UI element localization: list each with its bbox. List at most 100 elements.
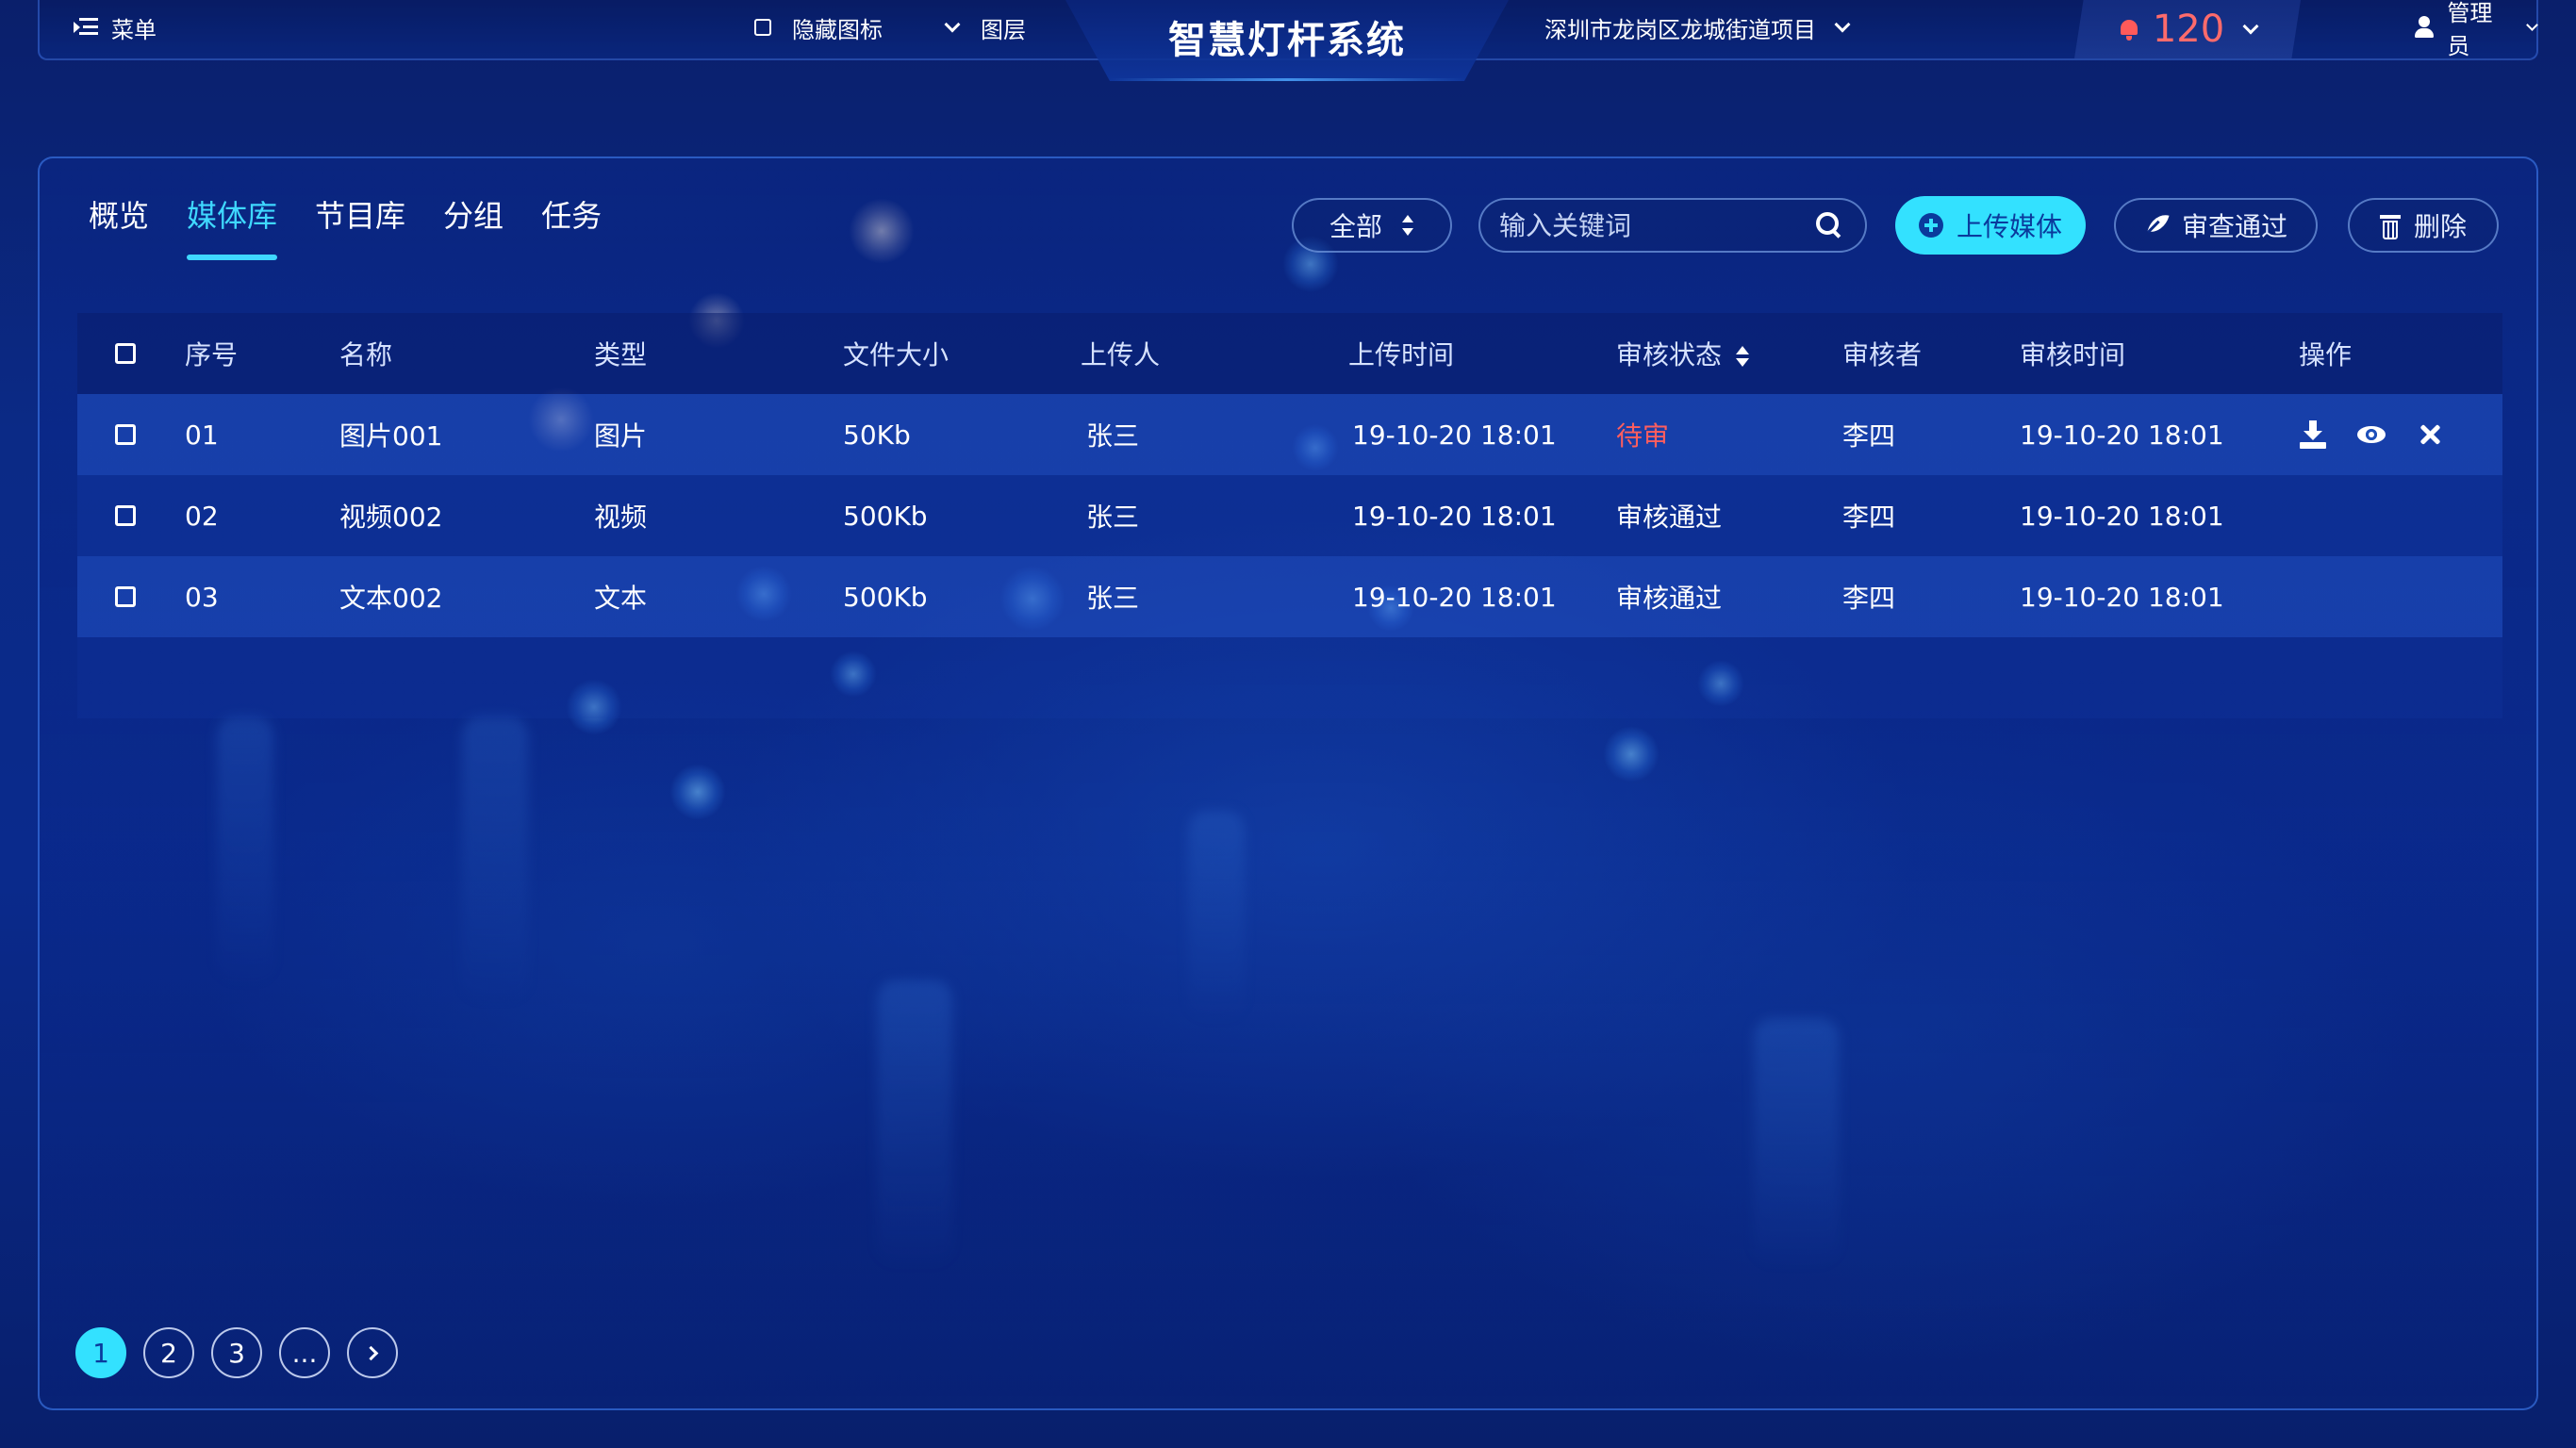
row-checkbox[interactable] [115,424,136,445]
tab-tasks[interactable]: 任务 [541,192,602,251]
cell-size: 50Kb [843,419,911,451]
table-row[interactable]: 02 视频002 视频 500Kb 张三 19-10-20 18:01 审核通过… [77,475,2502,556]
delete-label: 删除 [2413,211,2467,242]
project-selector[interactable]: 深圳市龙岗区龙城街道项目 [1544,0,1851,55]
delete-button[interactable]: 删除 [2348,198,2499,253]
filter-select[interactable]: 全部 [1292,198,1452,253]
tab-media-library[interactable]: 媒体库 [187,192,278,260]
header-status-label: 审核状态 [1616,339,1723,370]
header-type: 类型 [594,339,648,370]
chevron-down-icon [2526,18,2538,31]
cell-upload-time: 19-10-20 18:01 [1352,581,1557,613]
cell-reviewer: 李四 [1842,420,1896,452]
cell-status: 审核通过 [1616,502,1723,533]
header-upload-time: 上传时间 [1348,339,1455,370]
cell-type: 文本 [594,583,648,614]
menu-icon [74,18,98,37]
cell-no: 02 [185,500,219,532]
header-name: 名称 [339,339,393,370]
tab-bar: 概览 媒体库 节目库 分组 任务 [89,192,639,260]
header-ops: 操作 [2299,339,2353,370]
tab-program-library[interactable]: 节目库 [315,192,405,251]
alert-indicator[interactable]: 120 [2074,0,2301,58]
row-checkbox[interactable] [115,505,136,526]
upload-media-button[interactable]: 上传媒体 [1895,196,2086,255]
cell-type: 视频 [594,502,648,533]
media-library-panel: 概览 媒体库 节目库 分组 任务 全部 上传媒体 审查通过 删除 序号 [38,156,2538,1410]
cell-size: 500Kb [843,581,928,613]
header-status[interactable]: 审核状态 [1616,335,1842,372]
cell-reviewer: 李四 [1842,502,1896,533]
project-label: 深圳市龙岗区龙城街道项目 [1544,16,1816,43]
header-reviewer: 审核者 [1842,339,1923,370]
next-page-button[interactable] [347,1327,398,1378]
chevron-down-icon [1834,16,1851,33]
cell-upload-time: 19-10-20 18:01 [1352,419,1557,451]
search-icon[interactable] [1816,212,1842,239]
tab-overview[interactable]: 概览 [89,192,149,251]
bell-icon [2119,18,2139,41]
chevron-down-icon [944,16,961,33]
table-header: 序号 名称 类型 文件大小 上传人 上传时间 审核状态 审核者 审核时间 操作 [77,313,2502,394]
cell-review-time: 19-10-20 18:01 [2020,419,2224,451]
user-label: 管理员 [2447,0,2493,59]
cell-name: 文本002 [339,583,443,614]
row-actions [2299,420,2502,449]
sort-caret-icon [1401,215,1414,236]
cell-type: 图片 [594,420,648,452]
hide-icons-checkbox[interactable] [754,19,771,36]
trash-icon [2379,213,2401,239]
cell-uploader: 张三 [1086,583,1140,614]
cell-no: 03 [185,581,219,613]
row-checkbox[interactable] [115,586,136,607]
download-icon[interactable] [2299,420,2327,449]
sort-icon[interactable] [1735,346,1750,367]
plus-circle-icon [1918,213,1943,238]
header-uploader: 上传人 [1081,339,1161,370]
table-row[interactable]: 01 图片001 图片 50Kb 张三 19-10-20 18:01 待审 李四… [77,394,2502,475]
layers-label: 图层 [981,16,1026,43]
cell-no: 01 [185,419,219,451]
close-icon[interactable] [2416,420,2444,449]
page-ellipsis-button[interactable]: ... [279,1327,330,1378]
select-all-checkbox[interactable] [115,343,136,364]
eye-icon[interactable] [2357,420,2386,449]
cell-name: 图片001 [339,420,443,452]
approve-label: 审查通过 [2181,211,2287,242]
table-row[interactable]: 03 文本002 文本 500Kb 张三 19-10-20 18:01 审核通过… [77,556,2502,637]
header-review-time: 审核时间 [2020,339,2126,370]
app-title: 智慧灯杆系统 [1168,19,1406,62]
hide-icons-label: 隐藏图标 [792,16,883,43]
tab-groups[interactable]: 分组 [443,192,504,251]
table-empty-row [77,637,2502,718]
header-size: 文件大小 [843,339,949,370]
page-button-3[interactable]: 3 [211,1327,262,1378]
leaf-icon [2144,213,2169,238]
cell-status: 审核通过 [1616,583,1723,614]
filter-value: 全部 [1329,211,1382,242]
cell-review-time: 19-10-20 18:01 [2020,500,2224,532]
alert-count: 120 [2152,8,2225,51]
title-tab: 智慧灯杆系统 [1065,0,1509,81]
cell-reviewer: 李四 [1842,583,1896,614]
layers-dropdown[interactable]: 图层 [944,0,1026,55]
cell-status: 待审 [1616,420,1670,452]
user-icon [2414,16,2435,39]
pagination: 1 2 3 ... [75,1327,415,1378]
cell-upload-time: 19-10-20 18:01 [1352,500,1557,532]
page-button-1[interactable]: 1 [75,1327,126,1378]
cell-uploader: 张三 [1086,420,1140,452]
search-input[interactable] [1497,208,1803,242]
media-table: 序号 名称 类型 文件大小 上传人 上传时间 审核状态 审核者 审核时间 操作 … [77,313,2502,718]
chevron-down-icon [2242,18,2259,35]
page-button-2[interactable]: 2 [143,1327,194,1378]
menu-button[interactable]: 菜单 [74,0,157,55]
hide-icons-toggle[interactable]: 隐藏图标 [754,0,883,55]
upload-label: 上传媒体 [1956,211,2062,242]
approve-button[interactable]: 审查通过 [2114,198,2318,253]
chevron-right-icon [363,1345,378,1360]
cell-size: 500Kb [843,500,928,532]
search-box [1478,198,1867,253]
header-no: 序号 [185,339,239,370]
user-menu[interactable]: 管理员 [2414,0,2538,59]
